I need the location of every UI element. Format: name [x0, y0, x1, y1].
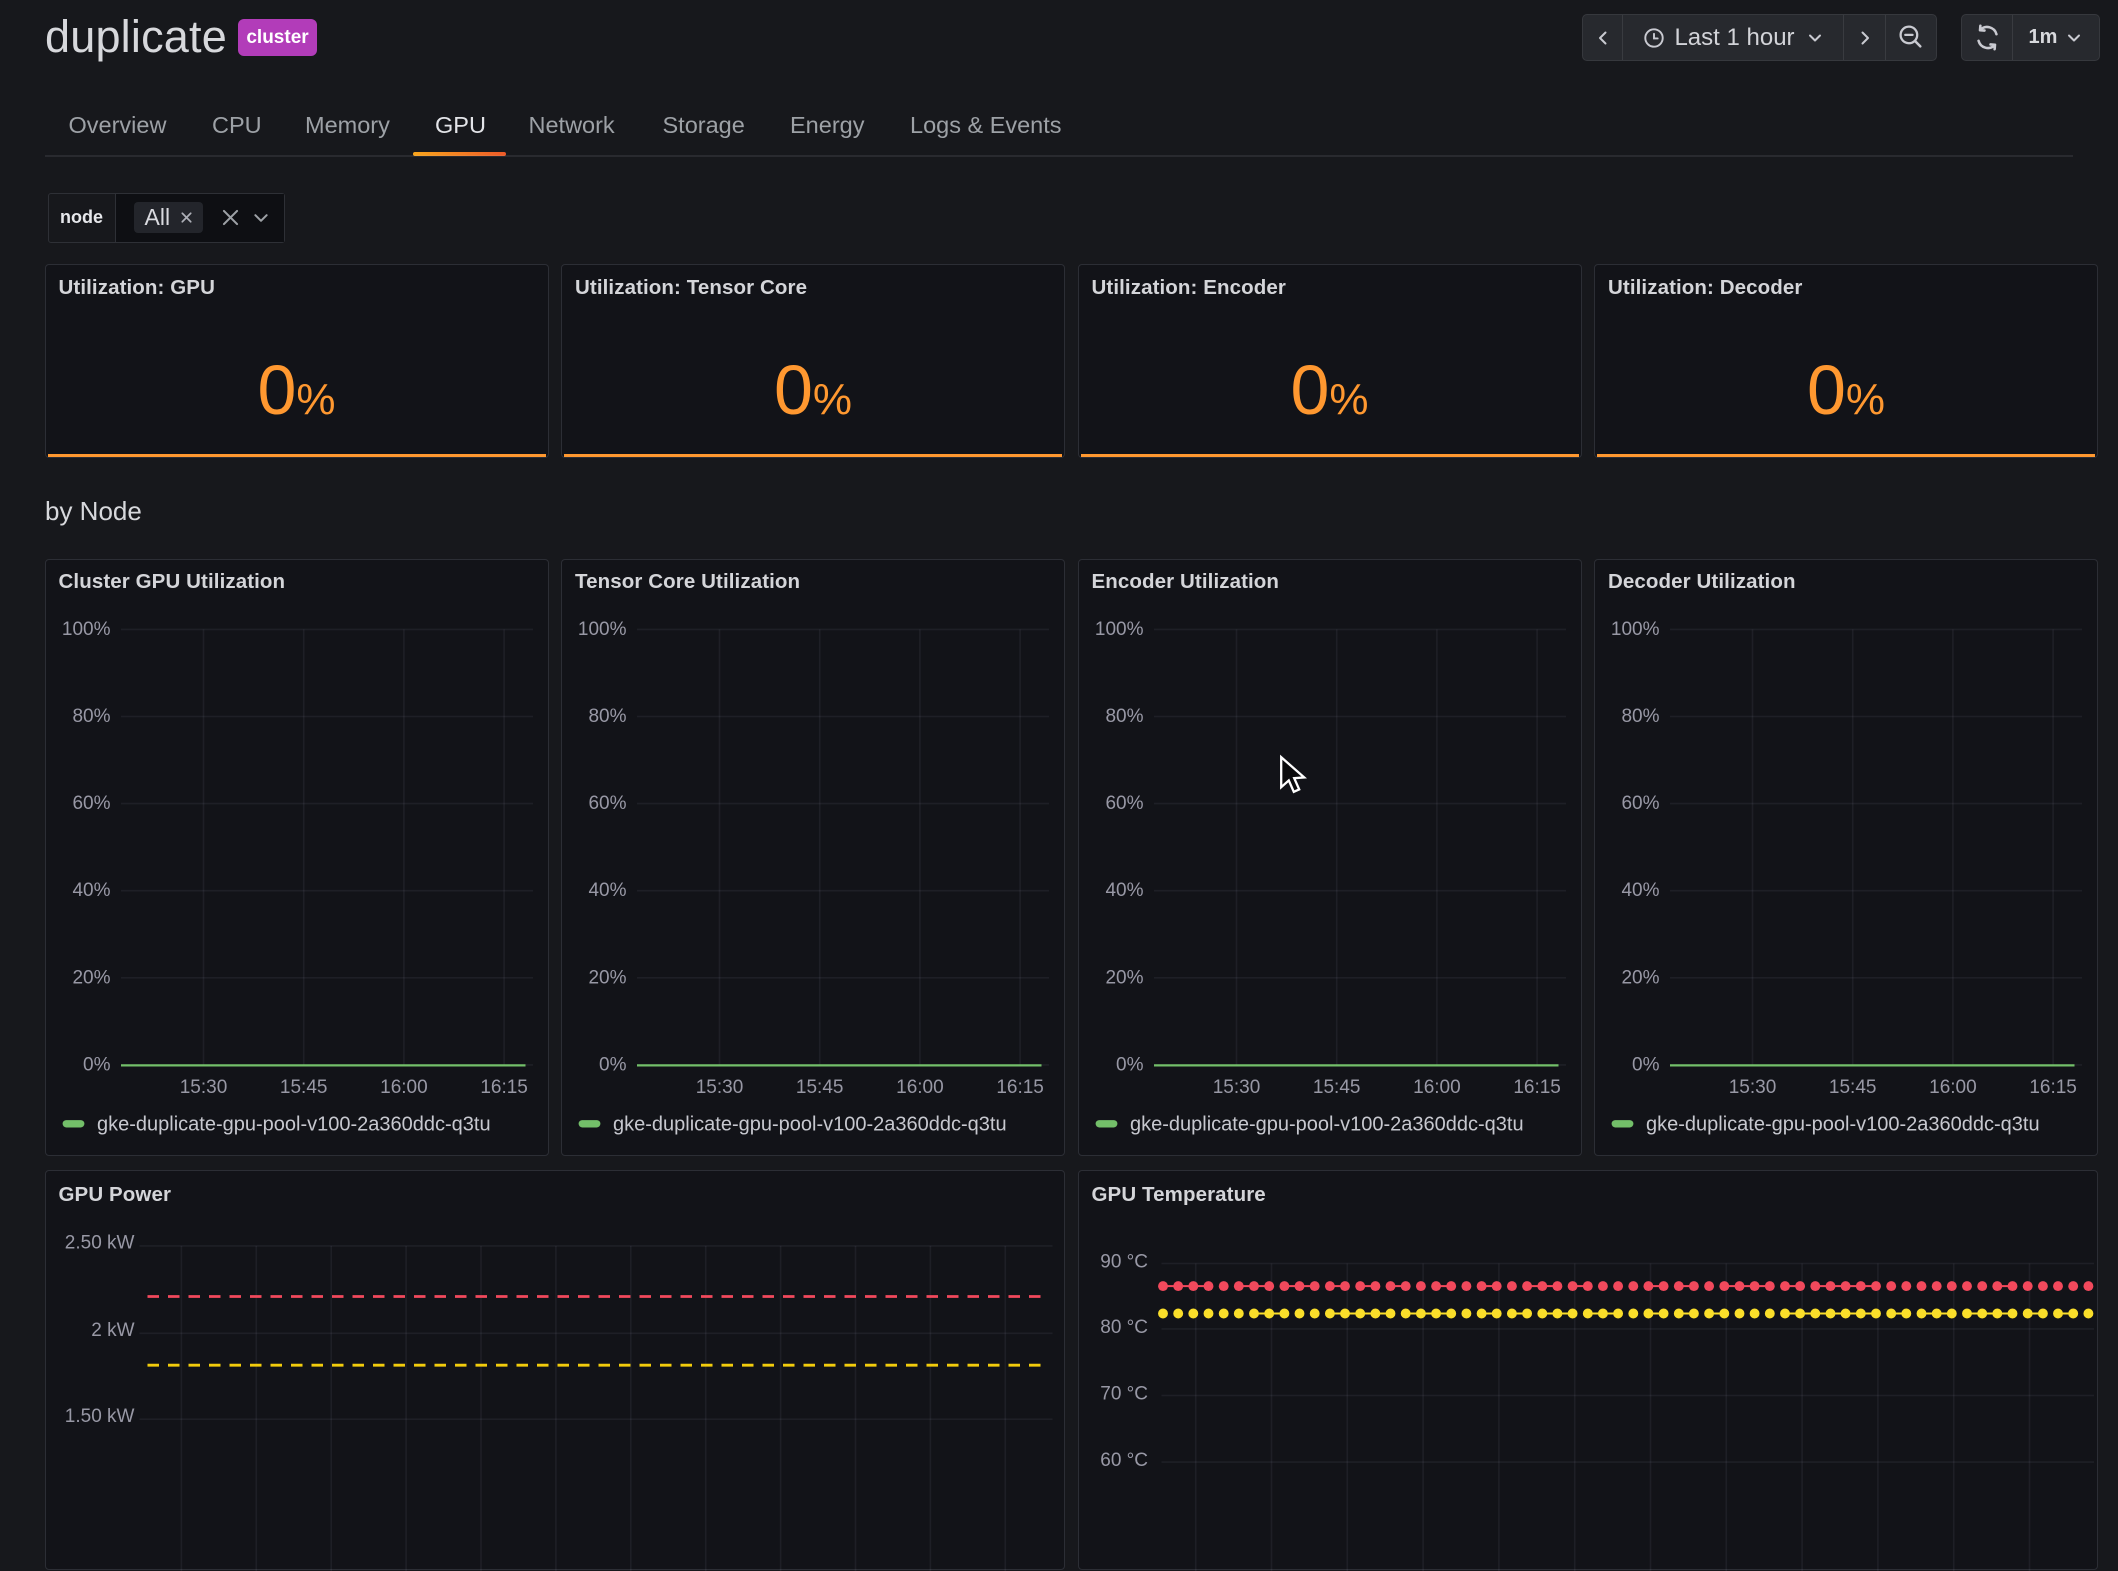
svg-text:60%: 60%	[1105, 793, 1143, 814]
svg-text:16:00: 16:00	[896, 1076, 944, 1097]
svg-text:70 °C: 70 °C	[1100, 1383, 1148, 1404]
svg-text:40%: 40%	[1105, 880, 1143, 901]
svg-text:80%: 80%	[72, 706, 110, 727]
svg-text:60%: 60%	[588, 793, 626, 814]
svg-text:100%: 100%	[61, 618, 110, 639]
svg-text:16:15: 16:15	[2029, 1076, 2077, 1097]
svg-text:16:15: 16:15	[1513, 1076, 1561, 1097]
svg-text:80%: 80%	[588, 706, 626, 727]
svg-text:0%: 0%	[599, 1054, 627, 1075]
svg-text:15:30: 15:30	[1212, 1076, 1260, 1097]
svg-text:15:30: 15:30	[696, 1076, 744, 1097]
svg-text:2 kW: 2 kW	[91, 1319, 134, 1340]
svg-text:15:30: 15:30	[179, 1076, 227, 1097]
svg-text:2.50 kW: 2.50 kW	[64, 1232, 134, 1253]
svg-text:15:45: 15:45	[1829, 1076, 1877, 1097]
svg-text:0%: 0%	[83, 1054, 111, 1075]
svg-text:20%: 20%	[588, 967, 626, 988]
svg-text:16:15: 16:15	[480, 1076, 528, 1097]
svg-text:gke-duplicate-gpu-pool-v100-2a: gke-duplicate-gpu-pool-v100-2a360ddc-q3t…	[613, 1113, 1007, 1135]
svg-text:15:30: 15:30	[1729, 1076, 1777, 1097]
svg-text:gke-duplicate-gpu-pool-v100-2a: gke-duplicate-gpu-pool-v100-2a360ddc-q3t…	[1646, 1113, 2040, 1135]
svg-text:60%: 60%	[72, 793, 110, 814]
svg-text:100%: 100%	[1611, 618, 1660, 639]
svg-text:100%: 100%	[1094, 618, 1143, 639]
svg-text:20%: 20%	[1621, 967, 1659, 988]
svg-text:40%: 40%	[72, 880, 110, 901]
svg-text:0%: 0%	[1116, 1054, 1144, 1075]
svg-text:15:45: 15:45	[279, 1076, 327, 1097]
svg-text:60 °C: 60 °C	[1100, 1450, 1148, 1471]
svg-text:20%: 20%	[72, 967, 110, 988]
svg-text:1.50 kW: 1.50 kW	[64, 1405, 134, 1426]
svg-text:90 °C: 90 °C	[1100, 1251, 1148, 1272]
svg-text:16:00: 16:00	[1929, 1076, 1977, 1097]
svg-text:gke-duplicate-gpu-pool-v100-2a: gke-duplicate-gpu-pool-v100-2a360ddc-q3t…	[1130, 1113, 1524, 1135]
svg-text:80 °C: 80 °C	[1100, 1316, 1148, 1337]
svg-text:80%: 80%	[1105, 706, 1143, 727]
svg-text:gke-duplicate-gpu-pool-v100-2a: gke-duplicate-gpu-pool-v100-2a360ddc-q3t…	[97, 1113, 491, 1135]
svg-text:40%: 40%	[588, 880, 626, 901]
svg-text:15:45: 15:45	[796, 1076, 844, 1097]
svg-text:40%: 40%	[1621, 880, 1659, 901]
svg-text:15:45: 15:45	[1312, 1076, 1360, 1097]
svg-text:20%: 20%	[1105, 967, 1143, 988]
svg-text:100%: 100%	[578, 618, 627, 639]
svg-text:16:00: 16:00	[1413, 1076, 1461, 1097]
svg-text:0%: 0%	[1632, 1054, 1660, 1075]
svg-text:80%: 80%	[1621, 706, 1659, 727]
svg-text:16:15: 16:15	[996, 1076, 1044, 1097]
svg-text:60%: 60%	[1621, 793, 1659, 814]
svg-text:16:00: 16:00	[380, 1076, 428, 1097]
